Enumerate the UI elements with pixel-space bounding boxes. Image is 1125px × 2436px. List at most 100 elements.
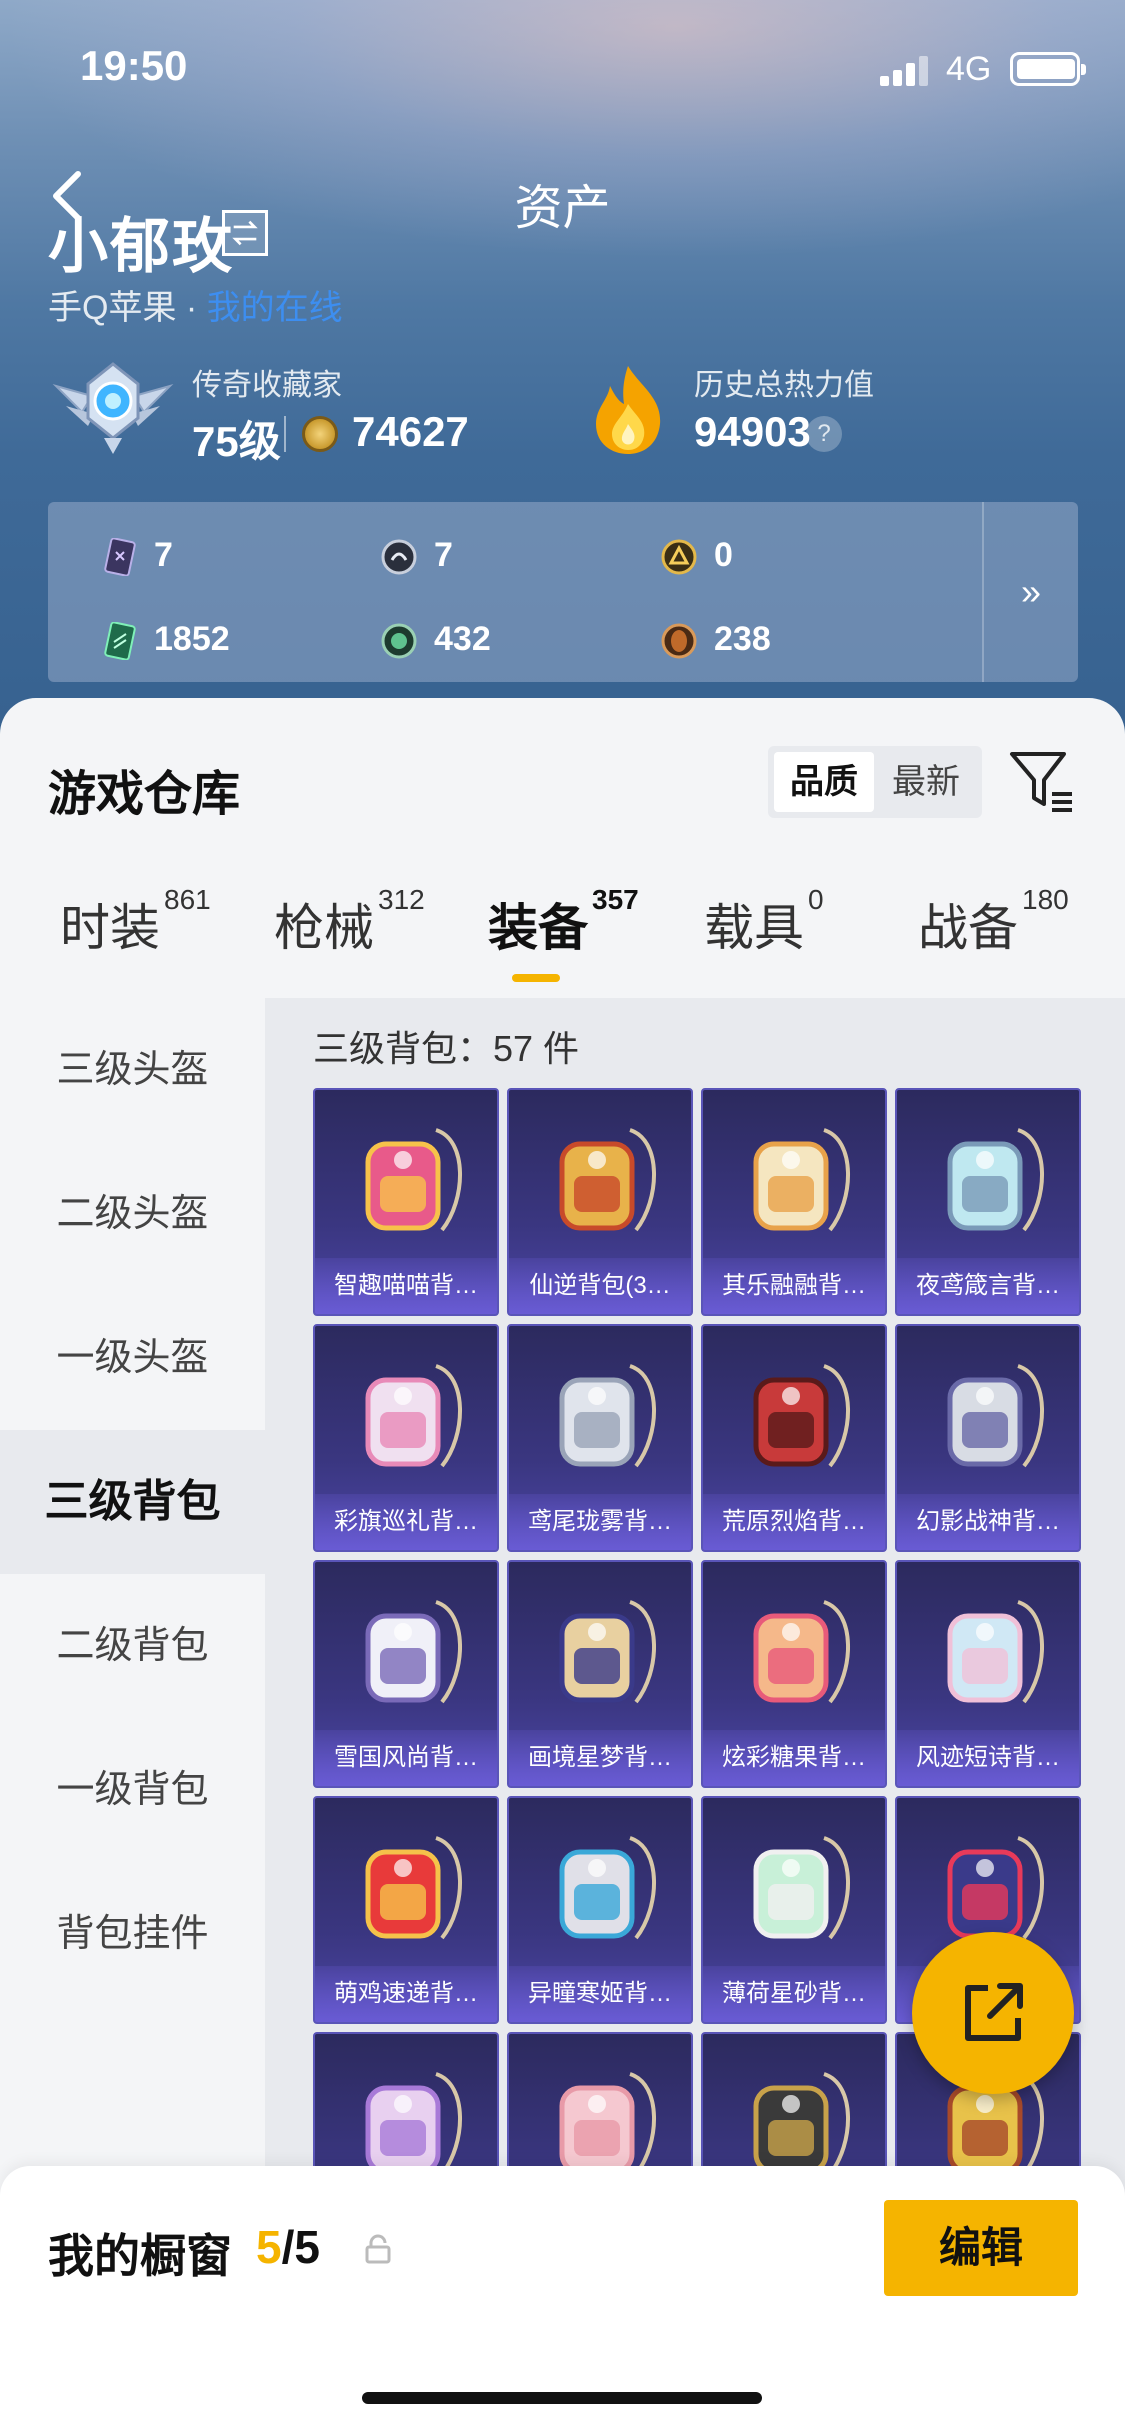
side-item-helmet-2[interactable]: 二级头盔 xyxy=(0,1142,265,1286)
showcase-current: 5 xyxy=(256,2221,282,2273)
item-card[interactable]: 幻影战神背… xyxy=(895,1324,1081,1552)
lock-icon xyxy=(365,2234,391,2264)
silver-backpack-icon xyxy=(559,1364,656,1468)
side-item-helmet-1[interactable]: 一级头盔 xyxy=(0,1286,265,1430)
gem-bronze-icon xyxy=(661,623,697,659)
item-card[interactable]: 炫彩糖果背… xyxy=(701,1560,887,1788)
item-name: 其乐融融背… xyxy=(703,1258,885,1314)
item-name: 画境星梦背… xyxy=(509,1730,691,1786)
item-card[interactable]: 萌鸡速递背… xyxy=(313,1796,499,2024)
tab-supplies[interactable]: 战备180 xyxy=(918,884,1069,960)
item-name: 鸢尾珑雾背… xyxy=(509,1494,691,1550)
share-icon xyxy=(965,1983,1023,2041)
rank-label: 传奇收藏家 xyxy=(192,369,342,402)
tab-count: 357 xyxy=(592,884,639,915)
penguin-backpack-icon xyxy=(365,1600,462,1704)
item-name: 萌鸡速递背… xyxy=(315,1966,497,2022)
tab-label: 枪械 xyxy=(274,900,374,956)
currency-value: 0 xyxy=(714,536,733,574)
platform-label: 手Q苹果 xyxy=(48,289,177,327)
currency-value: 7 xyxy=(434,536,453,574)
chick-backpack-icon xyxy=(365,1836,462,1940)
side-item-backpack-charm[interactable]: 背包挂件 xyxy=(0,1862,265,2006)
tab-count: 180 xyxy=(1022,884,1069,915)
item-name: 智趣喵喵背… xyxy=(315,1258,497,1314)
item-name: 风迹短诗背… xyxy=(897,1730,1079,1786)
switch-account-icon[interactable] xyxy=(222,210,268,256)
ticket-green-icon xyxy=(104,622,136,660)
item-name: 炫彩糖果背… xyxy=(703,1730,885,1786)
item-card[interactable]: 彩旗巡礼背… xyxy=(313,1324,499,1552)
sort-quality-button[interactable]: 品质 xyxy=(774,752,874,812)
gem-green-icon xyxy=(381,623,417,659)
dessert-backpack-icon xyxy=(753,1128,850,1232)
tab-label: 载具 xyxy=(704,900,804,956)
item-name: 幻影战神背… xyxy=(897,1494,1079,1550)
cat-backpack-icon xyxy=(365,1128,462,1232)
item-name: 薄荷星砂背… xyxy=(703,1966,885,2022)
flame-backpack-icon xyxy=(753,1364,850,1468)
share-button[interactable] xyxy=(912,1932,1074,2094)
frame-backpack-icon xyxy=(559,1600,656,1704)
flame-icon xyxy=(596,366,661,454)
status-bar: 19:50 4G xyxy=(0,0,1125,135)
tab-vehicles[interactable]: 载具0 xyxy=(704,884,824,960)
donut-backpack-icon xyxy=(753,1600,850,1704)
side-item-backpack-2[interactable]: 二级背包 xyxy=(0,1574,265,1718)
item-card[interactable]: 智趣喵喵背… xyxy=(313,1088,499,1316)
network-type: 4G xyxy=(946,50,992,88)
edit-button[interactable]: 编辑 xyxy=(884,2200,1078,2296)
item-card[interactable]: 雪国风尚背… xyxy=(313,1560,499,1788)
item-card[interactable]: 异瞳寒姬背… xyxy=(507,1796,693,2024)
coin-value: 74627 xyxy=(352,408,469,455)
coin-icon xyxy=(302,416,338,452)
tab-count: 312 xyxy=(378,884,425,915)
heat-label: 历史总热力值 xyxy=(694,369,874,402)
rank-badge-icon xyxy=(52,362,174,454)
item-card[interactable]: 其乐融融背… xyxy=(701,1088,887,1316)
robot-backpack-icon xyxy=(559,1836,656,1940)
player-name: 小郁玫 xyxy=(48,213,234,280)
clock-backpack-icon xyxy=(365,1364,462,1468)
sort-latest-button[interactable]: 最新 xyxy=(876,752,976,812)
currency-panel: 7 7 0 1852 432 238 » xyxy=(48,502,1078,682)
item-card[interactable]: 荒原烈焰背… xyxy=(701,1324,887,1552)
showcase-count: 5/5 xyxy=(256,2220,320,2274)
tab-label: 战备 xyxy=(918,900,1018,956)
tab-label: 时装 xyxy=(60,900,160,956)
side-item-backpack-3[interactable]: 三级背包 xyxy=(0,1430,265,1574)
side-item-backpack-1[interactable]: 一级背包 xyxy=(0,1718,265,1862)
signal-icon xyxy=(880,56,930,86)
item-card[interactable]: 仙逆背包(3… xyxy=(507,1088,693,1316)
currency-value: 432 xyxy=(434,620,491,658)
item-card[interactable]: 风迹短诗背… xyxy=(895,1560,1081,1788)
rank-level: 75级 xyxy=(192,418,281,465)
medal-gold-icon xyxy=(661,539,697,575)
item-card[interactable]: 画境星梦背… xyxy=(507,1560,693,1788)
card-icon xyxy=(104,538,136,576)
item-name: 荒原烈焰背… xyxy=(703,1494,885,1550)
side-item-helmet-3[interactable]: 三级头盔 xyxy=(0,998,265,1142)
account-subline: 手Q苹果 · 我的在线 xyxy=(48,280,343,329)
item-card[interactable]: 夜鸢箴言背… xyxy=(895,1088,1081,1316)
item-card[interactable]: 薄荷星砂背… xyxy=(701,1796,887,2024)
more-currencies-button[interactable]: » xyxy=(982,502,1078,682)
showcase-total: /5 xyxy=(281,2221,320,2273)
filter-icon[interactable] xyxy=(1008,748,1074,814)
ornament-backpack-icon xyxy=(559,1128,656,1232)
tab-guns[interactable]: 枪械312 xyxy=(274,884,425,960)
currency-value: 1852 xyxy=(154,620,230,658)
item-card[interactable]: 鸢尾珑雾背… xyxy=(507,1324,693,1552)
online-status[interactable]: 我的在线 xyxy=(207,289,343,327)
heat-value: 94903 xyxy=(694,408,811,455)
home-indicator xyxy=(362,2392,762,2404)
item-name: 彩旗巡礼背… xyxy=(315,1494,497,1550)
tab-fashion[interactable]: 时装861 xyxy=(60,884,211,960)
help-icon[interactable]: ? xyxy=(806,416,842,452)
tab-equipment[interactable]: 装备357 xyxy=(488,884,639,960)
battery-icon xyxy=(1010,52,1086,86)
tab-count: 861 xyxy=(164,884,211,915)
separator: · xyxy=(185,289,198,327)
armor-backpack-icon xyxy=(947,1364,1044,1468)
category-tabs: 时装861 枪械312 装备357 载具0 战备180 xyxy=(0,884,1125,998)
